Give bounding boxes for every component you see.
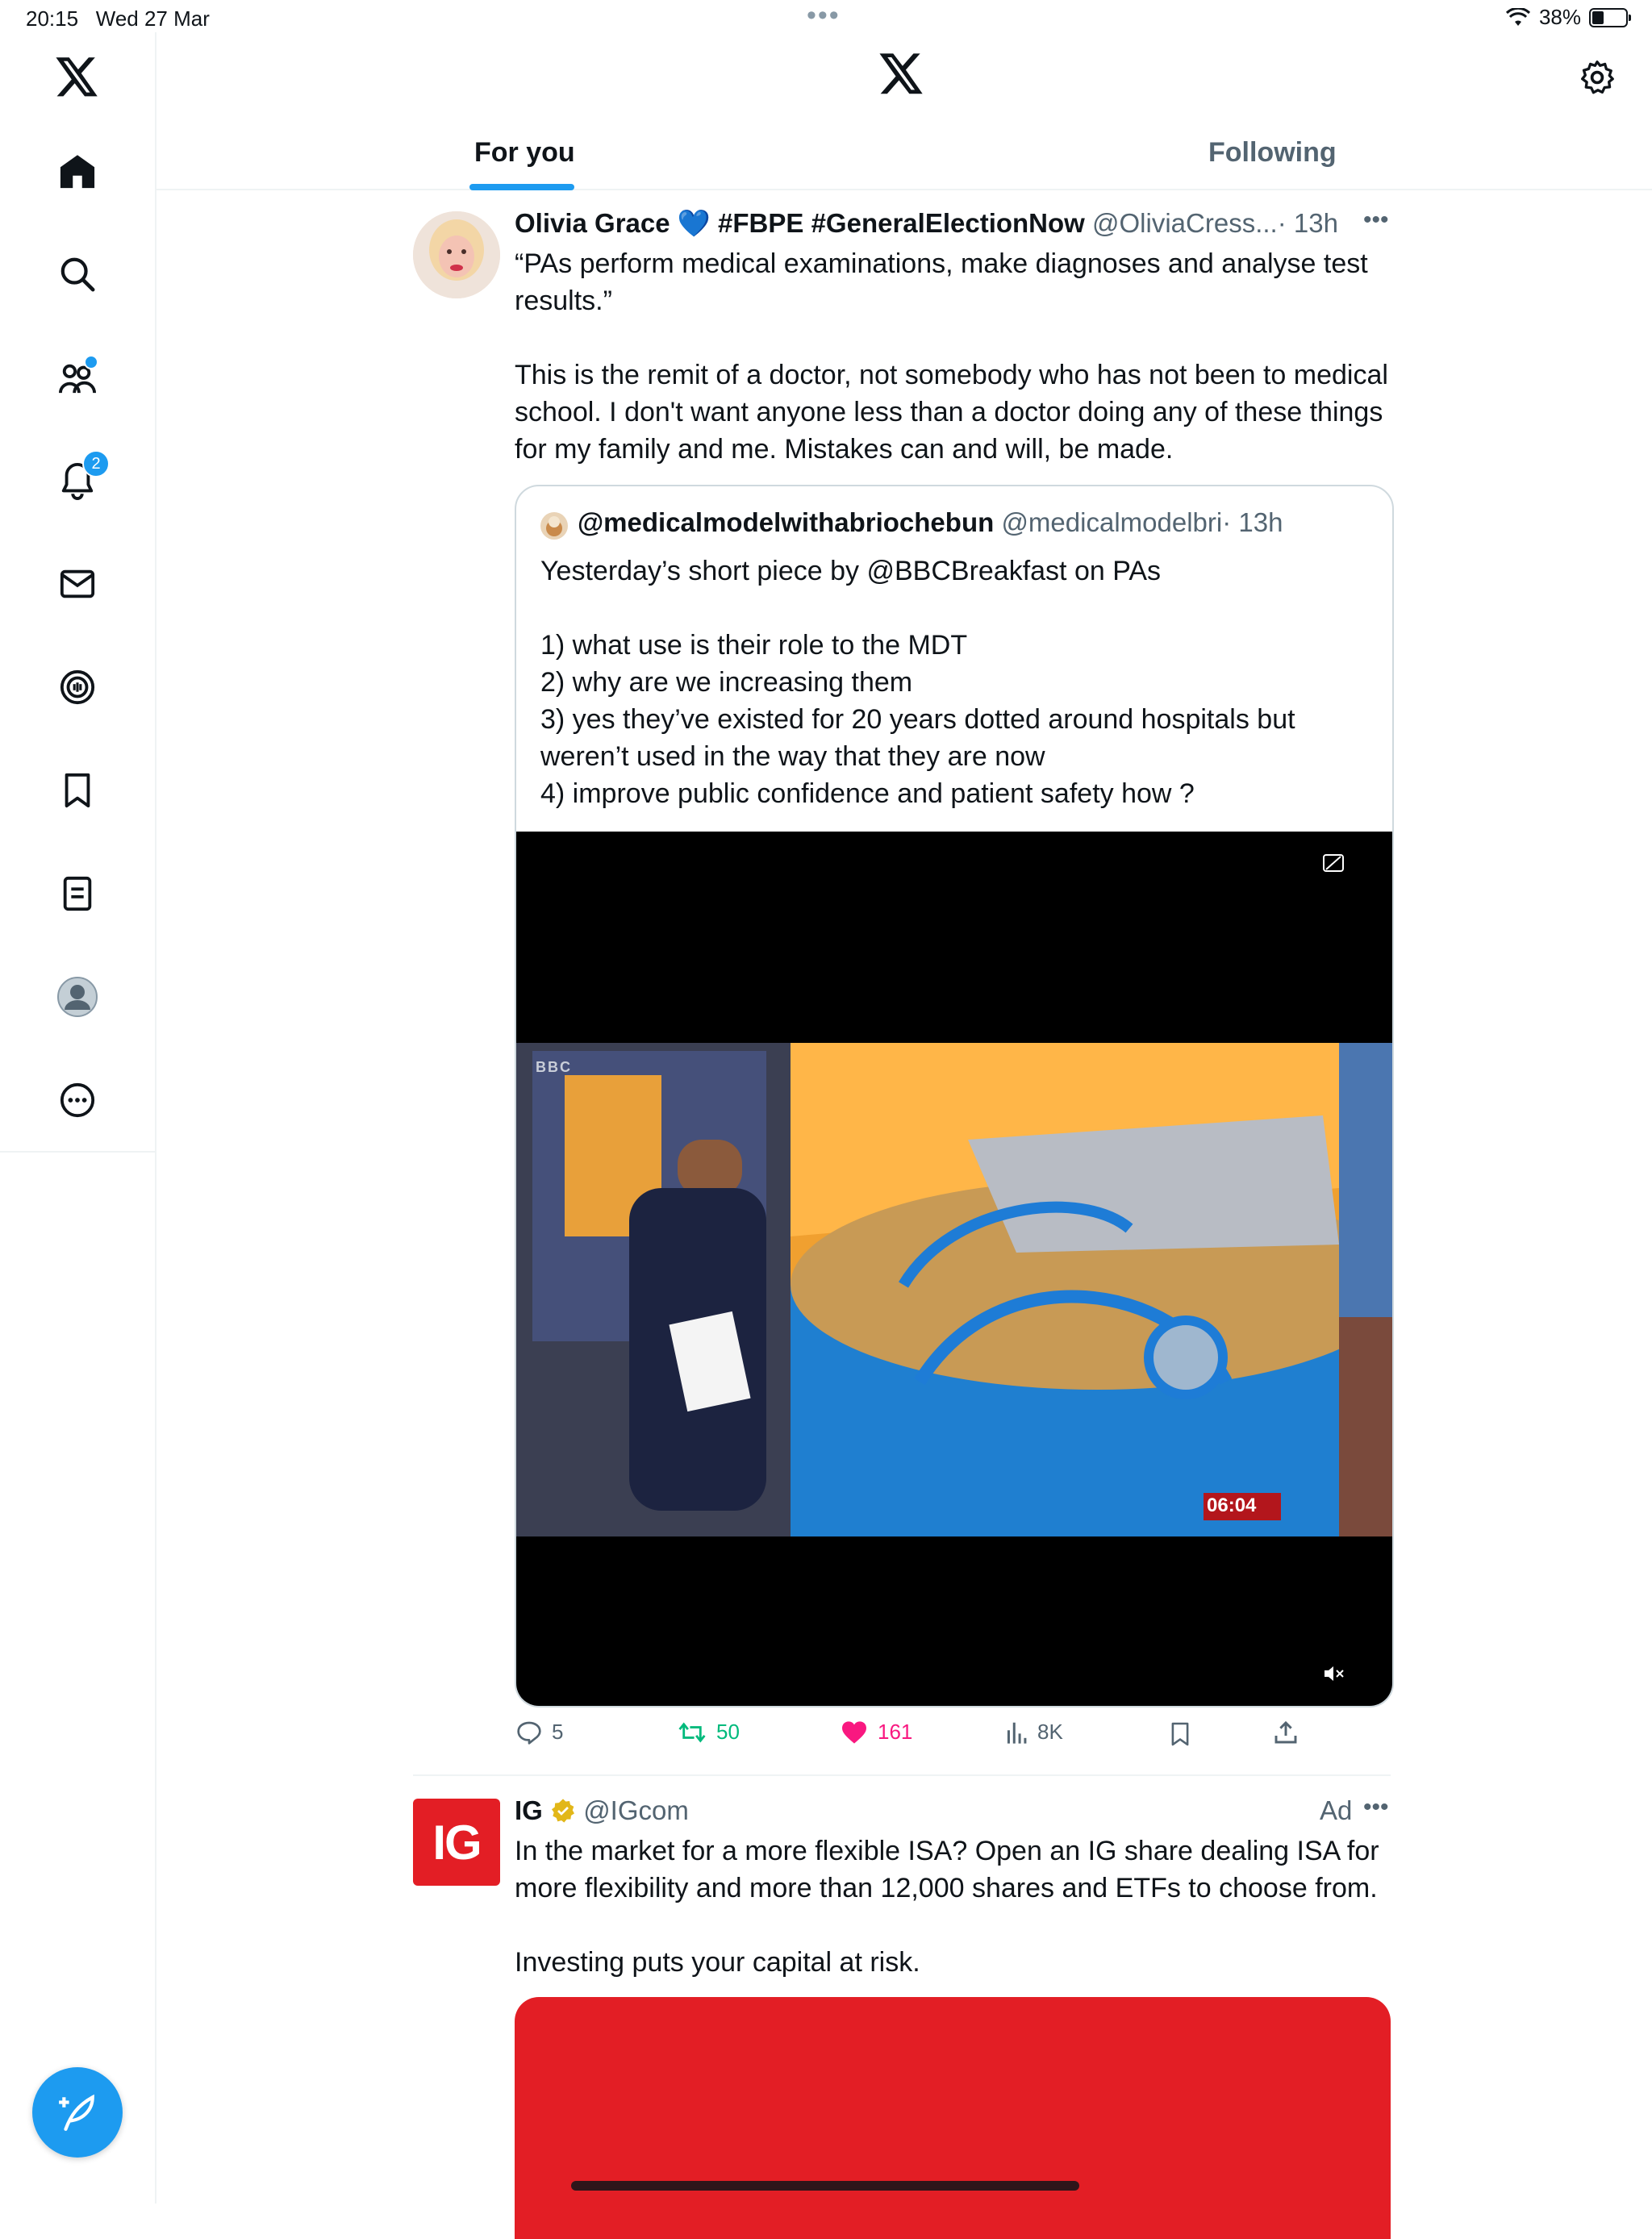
- quote-author-handle: @medicalmodelbri: [1001, 507, 1223, 537]
- quote-avatar: [540, 512, 568, 540]
- tweet-separator: [413, 1774, 1391, 1776]
- ad-label: Ad: [1320, 1795, 1353, 1825]
- notifications-icon[interactable]: 2: [48, 450, 110, 510]
- reply-icon: [517, 1721, 541, 1745]
- ad-author-handle[interactable]: @IGcom: [583, 1795, 689, 1825]
- tab-for-you[interactable]: For you: [474, 137, 575, 169]
- ad-more-icon[interactable]: •••: [1363, 1794, 1389, 1821]
- messages-icon[interactable]: [48, 555, 106, 613]
- quote-author-name: @medicalmodelwithabriochebun: [578, 507, 995, 537]
- tweet-text: “PAs perform medical examinations, make …: [515, 248, 1388, 465]
- wifi-icon: [1505, 7, 1531, 26]
- x-header-logo-icon[interactable]: [879, 53, 924, 99]
- ad-text: In the market for a more flexible ISA? O…: [515, 1836, 1379, 1978]
- multitasking-dots[interactable]: •••: [807, 0, 841, 31]
- spaces-icon[interactable]: [48, 658, 106, 716]
- like-count: 161: [878, 1720, 913, 1744]
- repost-count: 50: [716, 1720, 740, 1744]
- video-player[interactable]: BBC 06:04: [516, 832, 1392, 1706]
- quoted-tweet[interactable]: @medicalmodelwithabriochebun @medicalmod…: [515, 485, 1394, 1707]
- ig-avatar[interactable]: IG: [413, 1799, 500, 1886]
- views-chart-icon: [1007, 1722, 1027, 1744]
- author-handle[interactable]: @OliviaCress...: [1092, 208, 1278, 238]
- heart-icon: [842, 1720, 866, 1744]
- lists-icon[interactable]: [48, 865, 106, 923]
- author-name[interactable]: Olivia Grace 💙 #FBPE #GeneralElectionNow: [515, 208, 1085, 238]
- share-button[interactable]: [1273, 1720, 1299, 1745]
- captions-icon[interactable]: [1323, 854, 1344, 876]
- active-tab-indicator: [469, 184, 574, 190]
- tweet-header: Olivia Grace 💙 #FBPE #GeneralElectionNow…: [515, 208, 1338, 240]
- repost-button[interactable]: 50: [678, 1720, 740, 1745]
- bbc-watermark: BBC: [536, 1059, 572, 1075]
- verified-gold-badge-icon: [552, 1799, 575, 1823]
- battery-percent: 38%: [1538, 5, 1581, 29]
- sidebar-divider: [155, 1151, 156, 2204]
- quote-time: · 13h: [1222, 507, 1283, 537]
- reply-count: 5: [552, 1720, 564, 1744]
- compose-post-button[interactable]: [32, 2067, 123, 2158]
- video-frame: BBC 06:04: [516, 1043, 1392, 1536]
- bookmark-icon: [1171, 1722, 1189, 1746]
- timeline-tabs: For you Following: [156, 121, 1652, 190]
- x-logo-icon[interactable]: [48, 48, 106, 106]
- search-icon[interactable]: [48, 245, 106, 303]
- home-indicator[interactable]: [571, 2181, 1079, 2191]
- feather-plus-icon: [59, 2094, 94, 2131]
- mute-icon[interactable]: [1323, 1664, 1345, 1687]
- reply-button[interactable]: 5: [516, 1720, 563, 1745]
- video-timestamp: 06:04: [1207, 1495, 1257, 1516]
- communities-dot: [84, 355, 98, 369]
- like-button[interactable]: 161: [841, 1720, 912, 1745]
- ig-avatar-text: IG: [432, 1815, 482, 1870]
- more-icon[interactable]: [48, 1071, 106, 1129]
- olivia-avatar[interactable]: [413, 211, 500, 298]
- views-count: 8K: [1037, 1720, 1063, 1744]
- views-button[interactable]: 8K: [1005, 1720, 1063, 1745]
- communities-icon[interactable]: [48, 348, 106, 407]
- ad-media[interactable]: [515, 1997, 1391, 2239]
- tweet-time[interactable]: · 13h: [1278, 208, 1338, 238]
- profile-icon[interactable]: [48, 968, 106, 1026]
- quote-text: Yesterday’s short piece by @BBCBreakfast…: [540, 556, 1295, 809]
- notification-badge: 2: [82, 450, 110, 477]
- settings-gear-icon[interactable]: [1579, 60, 1615, 99]
- repost-icon: [678, 1721, 706, 1743]
- home-icon[interactable]: [48, 142, 106, 200]
- ad-header: IG @IGcom: [515, 1795, 689, 1826]
- bookmark-button[interactable]: [1170, 1721, 1191, 1747]
- bookmarks-icon[interactable]: [48, 761, 106, 819]
- status-indicators: 38%: [1505, 5, 1631, 30]
- quote-header: @medicalmodelwithabriochebun @medicalmod…: [578, 507, 1283, 538]
- tab-following[interactable]: Following: [1208, 137, 1337, 169]
- status-time: 20:15 Wed 27 Mar: [26, 6, 210, 31]
- share-icon: [1274, 1720, 1297, 1744]
- tweet-more-icon[interactable]: •••: [1363, 206, 1389, 234]
- battery-icon: [1589, 7, 1631, 27]
- ad-author-name[interactable]: IG: [515, 1795, 543, 1825]
